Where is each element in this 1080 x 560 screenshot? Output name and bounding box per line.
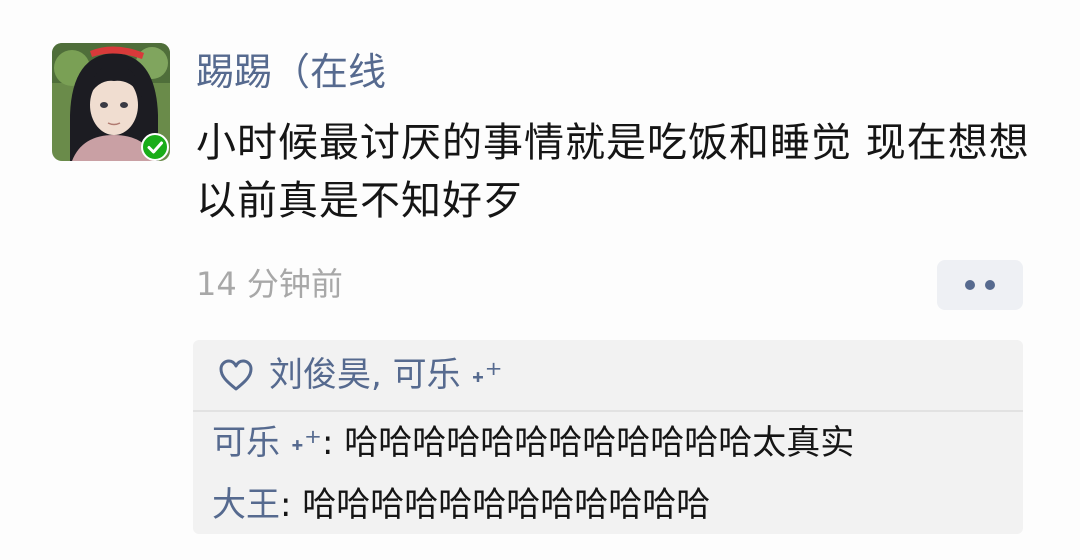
comment-author[interactable]: 大王 [212, 485, 280, 525]
more-button[interactable] [937, 260, 1023, 310]
comment-text: 哈哈哈哈哈哈哈哈哈哈哈哈太真实 [344, 423, 855, 463]
likes-row: 刘俊昊, 可乐 ˖⁺ [193, 340, 1023, 410]
divider [193, 410, 1023, 412]
post-content: 小时候最讨厌的事情就是吃饭和睡觉 现在想想以前真是不知好歹 [196, 120, 1030, 224]
comment-text: 哈哈哈哈哈哈哈哈哈哈哈哈 [302, 485, 711, 525]
verified-check-icon [141, 133, 169, 161]
username-link[interactable]: 踢踢（在线 [196, 46, 386, 98]
comment-item[interactable]: 可乐 ˖⁺: 哈哈哈哈哈哈哈哈哈哈哈哈太真实 [212, 420, 854, 466]
moments-post: 踢踢（在线 小时候最讨厌的事情就是吃饭和睡觉 现在想想以前真是不知好歹 14 分… [0, 0, 1080, 560]
comment-separator: : [322, 423, 345, 463]
comment-separator: : [280, 485, 303, 525]
likes-names[interactable]: 刘俊昊, 可乐 ˖⁺ [269, 352, 503, 398]
comment-item[interactable]: 大王: 哈哈哈哈哈哈哈哈哈哈哈哈 [212, 482, 710, 528]
heart-icon [219, 359, 253, 391]
post-timestamp: 14 分钟前 [196, 265, 343, 303]
more-dots-icon [965, 280, 995, 290]
comment-author[interactable]: 可乐 ˖⁺ [212, 423, 322, 463]
